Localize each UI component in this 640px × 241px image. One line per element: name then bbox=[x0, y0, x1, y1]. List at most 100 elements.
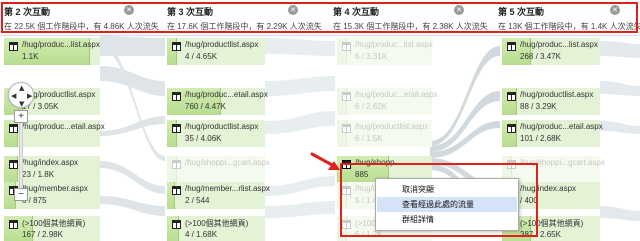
node-stat: 760 / 4.47K bbox=[185, 102, 226, 111]
flow-node[interactable]: /hug/member...rlist.aspx 2 / 544 bbox=[167, 182, 270, 209]
node-stat: 35 / 4.06K bbox=[185, 134, 222, 143]
node-label: (>100個其他網頁) bbox=[520, 219, 584, 228]
page-icon bbox=[9, 160, 18, 169]
pan-down-icon[interactable]: ▼ bbox=[19, 100, 24, 108]
node-label: /hug/productlist.aspx bbox=[185, 122, 259, 131]
node-label: /hug/member...rlist.aspx bbox=[185, 184, 270, 193]
menu-item-group-details[interactable]: 群組詳情 bbox=[377, 212, 517, 227]
page-icon bbox=[342, 160, 351, 169]
node-stat: 23 / 1.8K bbox=[22, 170, 55, 179]
node-stat: 6 / 2.62K bbox=[355, 102, 388, 111]
page-icon bbox=[507, 124, 516, 133]
page-icon bbox=[342, 124, 351, 133]
pan-up-icon[interactable]: ▲ bbox=[19, 84, 24, 92]
flow-node[interactable]: /hug/productlist.aspx 88 / 3.29K bbox=[502, 88, 600, 115]
zoom-control: ▲ ▼ ◀ ▶ + − bbox=[8, 82, 34, 201]
step-subtitle: 在 15.3K 個工作階段中，有 2.38K 人次流失 bbox=[333, 22, 488, 31]
page-icon bbox=[507, 160, 516, 169]
node-stat: 885 bbox=[355, 170, 369, 179]
step-header-4: 第 4 次互動 在 15.3K 個工作階段中，有 2.38K 人次流失 ✕ bbox=[333, 5, 493, 31]
node-label: /hug/index.aspx bbox=[520, 184, 577, 193]
node-stat: 268 / 3.47K bbox=[520, 52, 561, 61]
step-subtitle: 在 17.6K 個工作階段中，有 2.29K 人次流失 bbox=[167, 22, 322, 31]
node-label: /hug/produc...list.aspx bbox=[22, 40, 100, 49]
page-icon bbox=[342, 220, 351, 229]
close-icon[interactable]: ✕ bbox=[288, 5, 298, 15]
flow-canvas[interactable]: /hug/produc...list.aspx 1.1K/hug/productl… bbox=[0, 36, 640, 241]
flow-node[interactable]: /hug/produc...list.aspx 6 / 3.31K bbox=[337, 38, 433, 65]
node-label: /hug/produc...list.aspx bbox=[520, 40, 598, 49]
node-label: /hug/productlist.aspx bbox=[520, 90, 594, 99]
page-icon bbox=[172, 124, 181, 133]
step-subtitle: 在 22.5K 個工作階段中，有 4.86K 人次流失 bbox=[4, 22, 159, 31]
step-header-2: 第 2 次互動 在 22.5K 個工作階段中，有 4.86K 人次流失 ✕ bbox=[4, 5, 164, 31]
node-stat: / 400 bbox=[520, 196, 538, 205]
node-label: /hug/productlist.aspx bbox=[355, 122, 429, 131]
flow-node[interactable]: (>100個其他網頁) 4 / 1.68K bbox=[167, 216, 265, 241]
node-label: /hug/shoppi...gcart.aspx bbox=[520, 158, 605, 167]
node-stat: 88 / 3.29K bbox=[520, 102, 557, 111]
node-stat: 6 / 1.5K bbox=[355, 134, 383, 143]
page-icon bbox=[172, 186, 181, 195]
flow-node[interactable]: (>100個其他網頁) 167 / 2.98K bbox=[4, 216, 100, 241]
page-icon bbox=[342, 92, 351, 101]
node-stat: 167 / 2.98K bbox=[22, 230, 63, 239]
node-stat: 6 / 3.31K bbox=[355, 52, 388, 61]
node-label: /hug/shoppi...gcart.aspx bbox=[185, 158, 270, 167]
flow-node[interactable]: /hug/produc...etail.aspx 760 / 4.47K bbox=[167, 88, 268, 115]
pan-right-icon[interactable]: ▶ bbox=[27, 92, 32, 100]
page-icon bbox=[342, 42, 351, 51]
close-icon[interactable]: ✕ bbox=[454, 5, 464, 15]
pan-left-icon[interactable]: ◀ bbox=[11, 92, 16, 100]
pan-control[interactable]: ▲ ▼ ◀ ▶ bbox=[8, 82, 34, 108]
node-label: /hug/member.aspx bbox=[22, 184, 88, 193]
node-stat: 4 / 4.65K bbox=[185, 52, 218, 61]
node-stat: 387 / 2.65K bbox=[520, 230, 561, 239]
node-label: /hug/produc...etail.aspx bbox=[22, 122, 105, 131]
step-title: 第 3 次互動 bbox=[167, 7, 214, 17]
context-menu: 取消突顯 查看經過此處的流量 群組詳情 bbox=[375, 178, 519, 231]
close-icon[interactable]: ✕ bbox=[610, 5, 620, 15]
flow-node[interactable]: /hug/productlist.aspx 35 / 4.06K bbox=[167, 120, 265, 147]
flow-node[interactable]: /hug/productlist.aspx 4 / 4.65K bbox=[167, 38, 265, 65]
page-icon bbox=[9, 42, 18, 51]
page-icon bbox=[172, 42, 181, 51]
zoom-out-button[interactable]: − bbox=[14, 188, 28, 201]
page-icon bbox=[172, 160, 181, 169]
node-label: /hug/productlist.aspx bbox=[185, 40, 259, 49]
flow-node[interactable]: /hug/shoppi...gcart.aspx bbox=[167, 156, 270, 183]
step-header-3: 第 3 次互動 在 17.6K 個工作階段中，有 2.29K 人次流失 ✕ bbox=[167, 5, 327, 31]
node-stat: 101 / 2.68K bbox=[520, 134, 561, 143]
step-subtitle: 在 13K 個工作階段中，有 1.4K 人次流失 bbox=[498, 22, 640, 31]
page-icon bbox=[507, 92, 516, 101]
page-icon bbox=[507, 42, 516, 51]
step-title: 第 4 次互動 bbox=[333, 7, 380, 17]
step-title: 第 2 次互動 bbox=[4, 7, 51, 17]
zoom-slider-track[interactable] bbox=[19, 116, 23, 192]
menu-item-view-traffic-through-here[interactable]: 查看經過此處的流量 bbox=[377, 197, 517, 212]
flow-node[interactable]: /hug/produc...etail.aspx 101 / 2.68K bbox=[502, 120, 603, 147]
node-label: (>100個其他網頁) bbox=[185, 219, 249, 228]
steps-header: 第 2 次互動 在 22.5K 個工作階段中，有 4.86K 人次流失 ✕ 第 … bbox=[0, 0, 640, 36]
menu-item-unhighlight[interactable]: 取消突顯 bbox=[377, 182, 517, 197]
zoom-in-button[interactable]: + bbox=[14, 110, 28, 123]
step-header-5: 第 5 次互動 在 13K 個工作階段中，有 1.4K 人次流失 ✕ bbox=[498, 5, 640, 31]
page-icon bbox=[172, 92, 181, 101]
page-icon bbox=[9, 124, 18, 133]
red-arrow-icon bbox=[310, 152, 340, 170]
node-label: /hug/index.aspx bbox=[22, 158, 79, 167]
close-icon[interactable]: ✕ bbox=[124, 5, 134, 15]
node-label: /hug/produc...list.aspx bbox=[355, 40, 433, 49]
node-stat: 4 / 1.68K bbox=[185, 230, 218, 239]
flow-node[interactable]: /hug/productlist.aspx 6 / 1.5K bbox=[337, 120, 432, 147]
node-label: /hug/produc...etail.aspx bbox=[520, 122, 603, 131]
page-icon bbox=[9, 220, 18, 229]
page-icon bbox=[172, 220, 181, 229]
flow-node[interactable]: /hug/produc...list.aspx 1.1K bbox=[4, 38, 100, 65]
flow-node[interactable]: /hug/produc...etail.aspx 6 / 2.62K bbox=[337, 88, 438, 115]
node-label: /hug/shopp... bbox=[355, 158, 402, 167]
node-label: /hug/produc...etail.aspx bbox=[355, 90, 438, 99]
page-icon bbox=[342, 186, 351, 195]
flow-node[interactable]: /hug/produc...list.aspx 268 / 3.47K bbox=[502, 38, 600, 65]
node-label: /hug/produc...etail.aspx bbox=[185, 90, 268, 99]
